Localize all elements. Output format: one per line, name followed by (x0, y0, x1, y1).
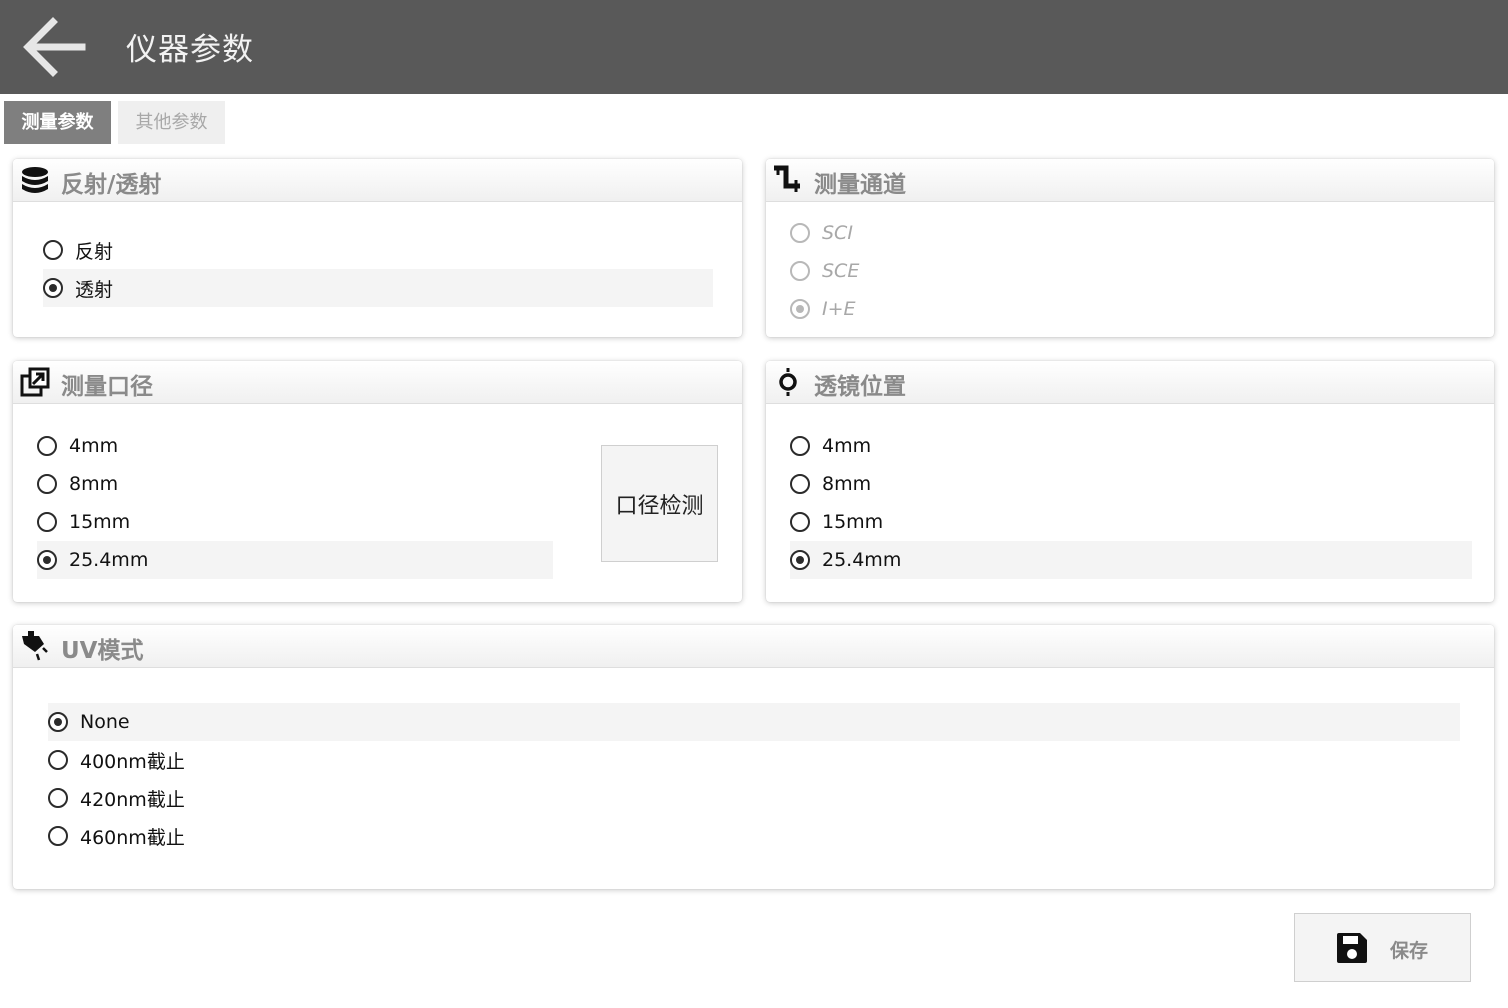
option-sce[interactable]: SCE (790, 252, 1470, 290)
option-uv-400nm[interactable]: 400nm截止 (48, 741, 1460, 779)
radio-button[interactable] (48, 750, 68, 770)
radio-button[interactable] (48, 826, 68, 846)
save-button[interactable]: 保存 (1294, 913, 1471, 982)
save-label: 保存 (1390, 940, 1429, 962)
database-icon (22, 167, 48, 193)
option-i-plus-e[interactable]: I+E (790, 290, 1470, 328)
option-uv-420nm[interactable]: 420nm截止 (48, 779, 1460, 817)
option-label: SCE (822, 260, 860, 282)
option-label: 420nm截止 (80, 788, 185, 811)
panel-header: UV模式 (13, 625, 1494, 668)
option-aperture-8mm[interactable]: 8mm (37, 465, 553, 503)
option-label: 4mm (69, 435, 119, 457)
panel-title: 反射/透射 (61, 172, 162, 198)
panel-title: 测量口径 (61, 374, 153, 400)
option-reflect[interactable]: 反射 (43, 231, 713, 269)
option-sci[interactable]: SCI (790, 214, 1470, 252)
option-lens-8mm[interactable]: 8mm (790, 465, 1472, 503)
radio-button[interactable] (43, 278, 63, 298)
radio-button[interactable] (790, 550, 810, 570)
radio-button[interactable] (790, 223, 810, 243)
option-label: 15mm (822, 511, 884, 533)
radio-button[interactable] (37, 512, 57, 532)
radio-button[interactable] (37, 474, 57, 494)
option-label: I+E (822, 298, 856, 320)
option-label: 460nm截止 (80, 826, 185, 849)
panel-header: 透镜位置 (766, 361, 1494, 404)
radio-button[interactable] (790, 512, 810, 532)
aperture-detect-button[interactable]: 口径检测 (601, 445, 718, 562)
option-label: 25.4mm (69, 549, 149, 571)
measure-channel-panel: 测量通道 SCI SCE I+E (766, 159, 1494, 337)
lens-position-panel: 透镜位置 4mm 8mm 15mm 25.4mm (766, 361, 1494, 602)
app-header: 仪器参数 (0, 0, 1508, 94)
option-label: 400nm截止 (80, 750, 185, 773)
reflect-transmit-panel: 反射/透射 反射 透射 (13, 159, 742, 337)
tab-measure-params[interactable]: 测量参数 (4, 101, 111, 144)
uv-lamp-icon (22, 631, 48, 661)
option-label: 4mm (822, 435, 872, 457)
radio-button[interactable] (48, 788, 68, 808)
panel-header: 测量口径 (13, 361, 742, 404)
option-label: SCI (822, 222, 853, 244)
arrow-left-icon (23, 17, 86, 77)
panel-header: 反射/透射 (13, 159, 742, 202)
option-label: 8mm (69, 473, 119, 495)
radio-button[interactable] (37, 436, 57, 456)
option-lens-4mm[interactable]: 4mm (790, 427, 1472, 465)
external-link-icon (20, 367, 50, 397)
option-label: 25.4mm (822, 549, 902, 571)
save-icon (1337, 933, 1367, 963)
radio-button[interactable] (43, 240, 63, 260)
option-label: 透射 (75, 278, 114, 301)
page-title: 仪器参数 (126, 32, 254, 68)
lens-position-icon (779, 368, 797, 396)
option-aperture-25-4mm[interactable]: 25.4mm (37, 541, 553, 579)
option-uv-none[interactable]: None (48, 703, 1460, 741)
option-uv-460nm[interactable]: 460nm截止 (48, 817, 1460, 855)
option-lens-15mm[interactable]: 15mm (790, 503, 1472, 541)
panel-header: 测量通道 (766, 159, 1494, 202)
channel-step-icon (774, 165, 800, 192)
panel-title: UV模式 (61, 638, 144, 664)
radio-button[interactable] (37, 550, 57, 570)
radio-button[interactable] (48, 712, 68, 732)
option-label: 反射 (75, 240, 114, 263)
radio-button[interactable] (790, 474, 810, 494)
panel-title: 透镜位置 (814, 374, 906, 400)
option-aperture-15mm[interactable]: 15mm (37, 503, 553, 541)
radio-button[interactable] (790, 261, 810, 281)
back-button[interactable] (20, 14, 86, 80)
option-aperture-4mm[interactable]: 4mm (37, 427, 553, 465)
option-label: 8mm (822, 473, 872, 495)
option-label: 15mm (69, 511, 131, 533)
option-lens-25-4mm[interactable]: 25.4mm (790, 541, 1472, 579)
tab-other-params[interactable]: 其他参数 (118, 101, 225, 144)
aperture-panel: 测量口径 4mm 8mm 15mm 25.4mm 口径检测 (13, 361, 742, 602)
uv-mode-panel: UV模式 None 400nm截止 420nm截止 460nm截止 (13, 625, 1494, 889)
radio-button[interactable] (790, 436, 810, 456)
option-label: None (80, 711, 130, 733)
option-transmit[interactable]: 透射 (43, 269, 713, 307)
radio-button[interactable] (790, 299, 810, 319)
panel-title: 测量通道 (814, 172, 906, 198)
